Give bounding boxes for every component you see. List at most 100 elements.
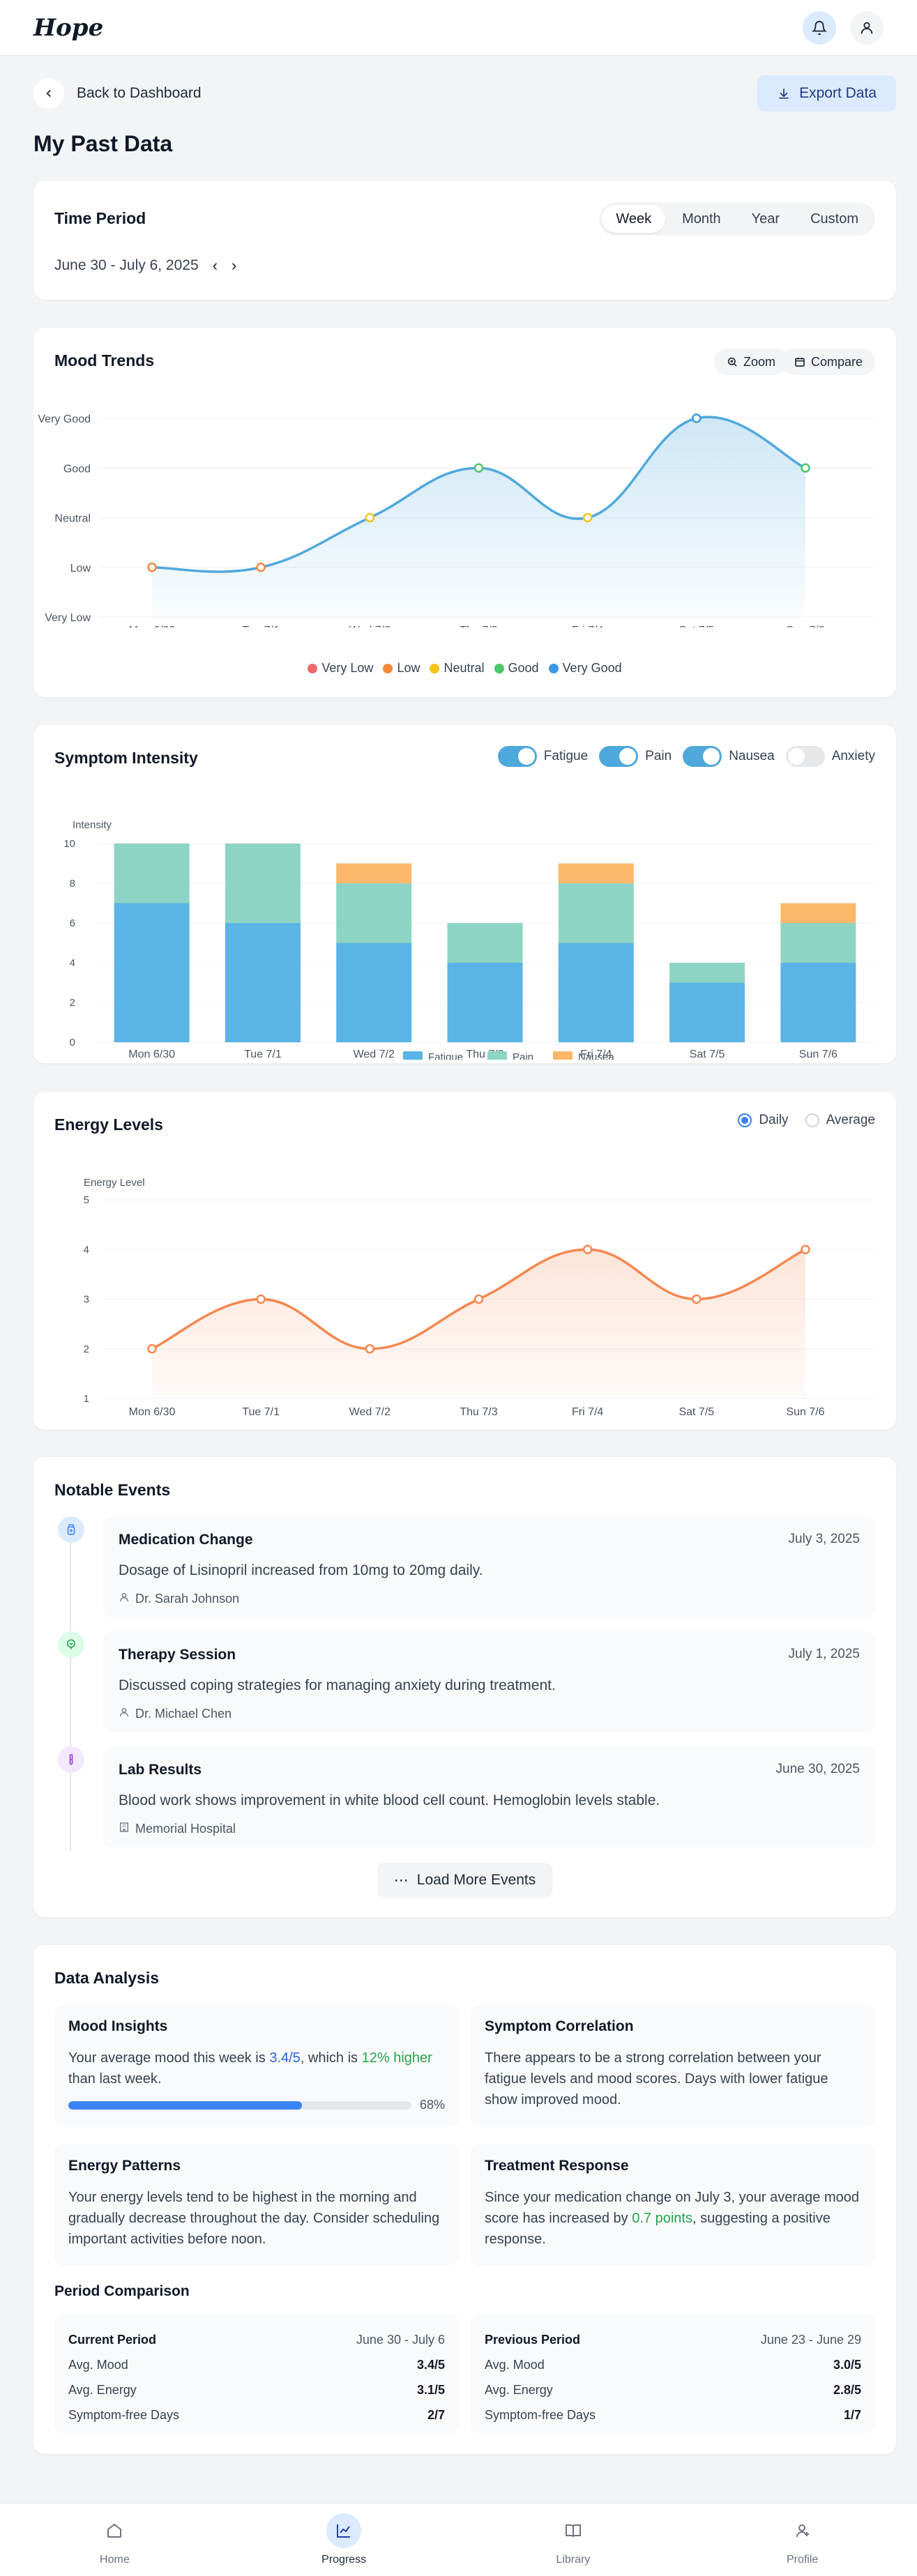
switch-icon [599,746,639,767]
x-tick-label: Tue 7/1 [242,625,280,627]
legend-item: Very Low [308,661,373,676]
compare-label: Compare [810,354,863,369]
previous-period-label: Previous Period [485,2332,581,2347]
legend-swatch [403,1051,423,1060]
nav-library-label: Library [556,2554,591,2566]
energy-patterns-panel: Energy Patterns Your energy levels tend … [54,2144,459,2266]
current-period-panel: Current Period June 30 - July 6 Avg. Mood… [54,2315,459,2433]
legend-dot-icon [430,663,440,673]
bar-pain [780,923,856,963]
energy-point [147,1344,157,1354]
mood-insights-panel: Mood Insights Your average mood this wee… [54,2004,459,2126]
energy-point [365,1344,375,1354]
tab-custom[interactable]: Custom [796,205,872,233]
account-button[interactable] [850,10,884,45]
event-item[interactable]: Medication Change July 3, 2025 Dosage of… [54,1516,875,1617]
symptom-correlation-panel: Symptom Correlation There appears to be … [471,2004,875,2126]
back-to-dashboard-link[interactable]: Back to Dashboard [33,78,202,109]
mood-trends-chart: Very Low Low Neutral Good Very Good Mon 6/30 T… [38,413,874,627]
load-more-events-button[interactable]: ⋯ Load More Events [377,1863,553,1898]
time-period-title: Time Period [54,209,146,227]
energy-point [473,1294,484,1304]
event-item[interactable]: Lab Results June 30, 2025 Blood work sho… [54,1746,875,1847]
page-title: My Past Data [33,131,173,156]
legend-item: Low [383,661,420,676]
toggle-fatigue[interactable]: Fatigue [497,746,589,767]
treatment-response-title: Treatment Response [485,2158,629,2174]
bar-nausea [336,863,412,883]
y-tick-label: 8 [70,878,75,890]
mood-trends-title: Mood Trends [54,351,155,369]
legend-swatch [553,1051,573,1060]
x-tick-label: Sat 7/5 [679,1406,714,1418]
symptom-intensity-title: Symptom Intensity [54,749,198,767]
previous-period-range: June 23 - June 29 [760,2332,861,2347]
nav-profile[interactable]: Profile [688,2503,917,2576]
energy-area [152,1249,805,1398]
energy-point [256,1294,266,1304]
legend-label: Fatigue [428,1051,463,1060]
x-tick-label: Tue 7/1 [242,1406,280,1418]
comparison-row: Symptom-free Days 1/7 [485,2407,861,2422]
notable-events-title: Notable Events [54,1481,171,1499]
y-tick-label: 4 [84,1244,89,1256]
previous-period-button[interactable]: ‹ [213,257,218,275]
mood-insights-title: Mood Insights [68,2018,168,2034]
radio-unselected-icon [805,1113,819,1127]
bar-fatigue [336,943,412,1042]
average-radio[interactable]: Average [805,1113,875,1128]
y-tick-label: 5 [84,1194,89,1206]
energy-levels-card: Energy Levels Daily Average Energy Level… [33,1092,896,1430]
profile-icon [785,2513,820,2548]
bar-fatigue [780,963,856,1042]
event-card: Lab Results June 30, 2025 Blood work sho… [103,1746,875,1847]
toggle-label: Fatigue [543,749,589,763]
next-period-button[interactable]: › [232,257,236,275]
tab-week[interactable]: Week [602,205,666,233]
event-description: Dosage of Lisinopril increased from 10mg… [119,1562,483,1578]
brain-icon [58,1631,84,1658]
y-tick-label: Low [70,563,91,574]
treatment-response-text: Since your medication change on July 3, … [485,2190,859,2247]
tab-year[interactable]: Year [738,205,794,233]
bar-pain [447,923,523,963]
switch-icon [683,746,722,767]
mood-point [692,413,702,423]
event-card: Medication Change July 3, 2025 Dosage of… [103,1516,875,1617]
event-meta: Dr. Michael Chen [135,1707,232,1721]
mood-legend: Very Low Low Neutral Good Very Good [33,661,896,676]
symptom-intensity-card: Symptom Intensity Fatigue Pain Nausea Anxie… [33,725,896,1063]
event-date: July 3, 2025 [788,1532,860,1546]
nav-library[interactable]: Library [459,2503,688,2576]
bar-fatigue [669,982,745,1042]
zoom-button[interactable]: Zoom [713,349,788,375]
toggle-pain[interactable]: Pain [599,746,672,767]
test-tube-icon [58,1746,84,1773]
toggle-nausea[interactable]: Nausea [683,746,775,767]
bar-nausea [558,863,634,883]
mood-point [365,512,375,523]
notifications-button[interactable] [803,10,836,45]
nav-progress[interactable]: Progress [229,2503,459,2576]
event-item[interactable]: Therapy Session July 1, 2025 Discussed c… [54,1631,875,1732]
nav-home-label: Home [100,2554,130,2566]
y-axis-label: Energy Level [84,1177,145,1189]
daily-radio[interactable]: Daily [738,1113,789,1128]
tab-month[interactable]: Month [668,205,735,233]
zoom-icon [727,357,737,367]
app-logo[interactable]: Hope [33,14,103,42]
nav-home[interactable]: Home [0,2503,229,2576]
nav-profile-label: Profile [786,2554,819,2566]
switch-icon [785,746,825,767]
x-tick-label: Mon 6/30 [129,625,176,627]
nav-progress-label: Progress [321,2554,367,2566]
x-tick-label: Thu 7/3 [460,625,497,627]
y-tick-label: 1 [84,1393,89,1405]
compare-button[interactable]: Compare [781,349,875,375]
toggle-anxiety[interactable]: Anxiety [785,746,875,767]
export-data-button[interactable]: Export Data [757,75,896,112]
legend-swatch [487,1051,507,1060]
legend-label: Nausea [578,1051,614,1060]
bar-pain [114,844,190,904]
x-tick-label: Sat 7/5 [690,1049,725,1060]
